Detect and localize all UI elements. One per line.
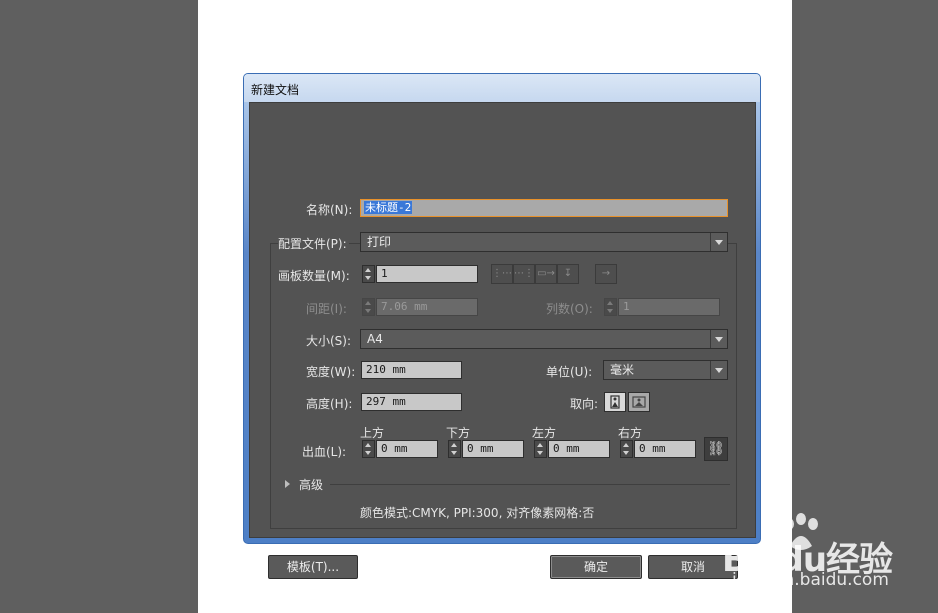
chevron-down-icon [710, 330, 727, 348]
chain-link-icon: ⛓ [707, 441, 725, 457]
arrange-by-row-icon[interactable]: ▭→ [535, 264, 557, 284]
dialog-title: 新建文档 [251, 83, 300, 97]
width-label: 宽度(W): [306, 365, 356, 379]
bleed-label: 出血(L): [302, 445, 347, 459]
artboards-label: 画板数量(M): [278, 269, 350, 283]
profile-group-box [270, 243, 737, 529]
chevron-down-icon [710, 233, 727, 251]
name-label: 名称(N): [306, 203, 353, 217]
bleed-top-label: 上方 [360, 426, 385, 440]
bleed-left-stepper[interactable] [534, 440, 547, 458]
spacing-label: 间距(I): [306, 302, 347, 316]
templates-button[interactable]: 模板(T)... [268, 555, 358, 579]
watermark-url: jingyan.baidu.com [732, 570, 889, 590]
bleed-bottom-stepper[interactable] [448, 440, 461, 458]
portrait-orientation-button[interactable] [604, 392, 626, 412]
new-document-dialog: 新建文档 名称(N): 未标题-2 配置文件(P): 打印 画板数量(M): 1… [243, 73, 761, 579]
portrait-icon [610, 395, 620, 409]
size-dropdown[interactable]: A4 [360, 329, 728, 349]
right-to-left-icon[interactable]: → [595, 264, 617, 284]
grid-by-column-icon[interactable]: ⋯⋮ [513, 264, 535, 284]
artboards-stepper[interactable] [362, 265, 375, 283]
bleed-top-input[interactable]: 0 mm [376, 440, 438, 458]
bleed-top-stepper[interactable] [362, 440, 375, 458]
advanced-toggle[interactable]: 高级 [299, 476, 323, 493]
columns-stepper[interactable] [604, 298, 617, 316]
bleed-bottom-input[interactable]: 0 mm [462, 440, 524, 458]
color-mode-info: 颜色模式:CMYK, PPI:300, 对齐像素网格:否 [360, 506, 595, 520]
bleed-left-input[interactable]: 0 mm [548, 440, 610, 458]
spacing-stepper[interactable] [362, 298, 375, 316]
dialog-titlebar[interactable]: 新建文档 [244, 74, 760, 102]
grid-by-row-icon[interactable]: ⋮⋯ [491, 264, 513, 284]
ok-button[interactable]: 确定 [550, 555, 642, 579]
name-input[interactable]: 未标题-2 [360, 199, 728, 217]
units-value: 毫米 [610, 363, 635, 377]
units-label: 单位(U): [546, 365, 593, 379]
advanced-separator [330, 484, 730, 485]
bleed-right-stepper[interactable] [620, 440, 633, 458]
width-input[interactable]: 210 mm [361, 361, 462, 379]
dialog-content: 名称(N): 未标题-2 配置文件(P): 打印 画板数量(M): 1 ⋮⋯ ⋯… [249, 102, 756, 579]
height-label: 高度(H): [306, 397, 353, 411]
profile-dropdown[interactable]: 打印 [360, 232, 728, 252]
spacing-input[interactable]: 7.06 mm [376, 298, 478, 316]
bleed-bottom-label: 下方 [446, 426, 471, 440]
profile-value: 打印 [367, 235, 392, 249]
bleed-left-label: 左方 [532, 426, 557, 440]
artboards-input[interactable]: 1 [376, 265, 478, 283]
columns-input[interactable]: 1 [618, 298, 720, 316]
units-dropdown[interactable]: 毫米 [603, 360, 728, 380]
orientation-label: 取向: [570, 397, 599, 411]
bleed-right-label: 右方 [618, 426, 643, 440]
columns-label: 列数(O): [546, 302, 593, 316]
size-value: A4 [367, 332, 383, 346]
name-value: 未标题-2 [364, 201, 413, 214]
expand-triangle-icon[interactable] [285, 480, 290, 488]
size-label: 大小(S): [306, 334, 352, 348]
link-bleed-button[interactable]: ⛓ [704, 437, 728, 461]
profile-label: 配置文件(P): [278, 235, 349, 252]
height-input[interactable]: 297 mm [361, 393, 462, 411]
bleed-right-input[interactable]: 0 mm [634, 440, 696, 458]
baidu-watermark: Baidu经验 jingyan.baidu.com [722, 513, 932, 598]
arrange-by-column-icon[interactable]: ↧ [557, 264, 579, 284]
landscape-orientation-button[interactable] [628, 392, 650, 412]
chevron-down-icon [710, 361, 727, 379]
landscape-icon [632, 396, 646, 408]
